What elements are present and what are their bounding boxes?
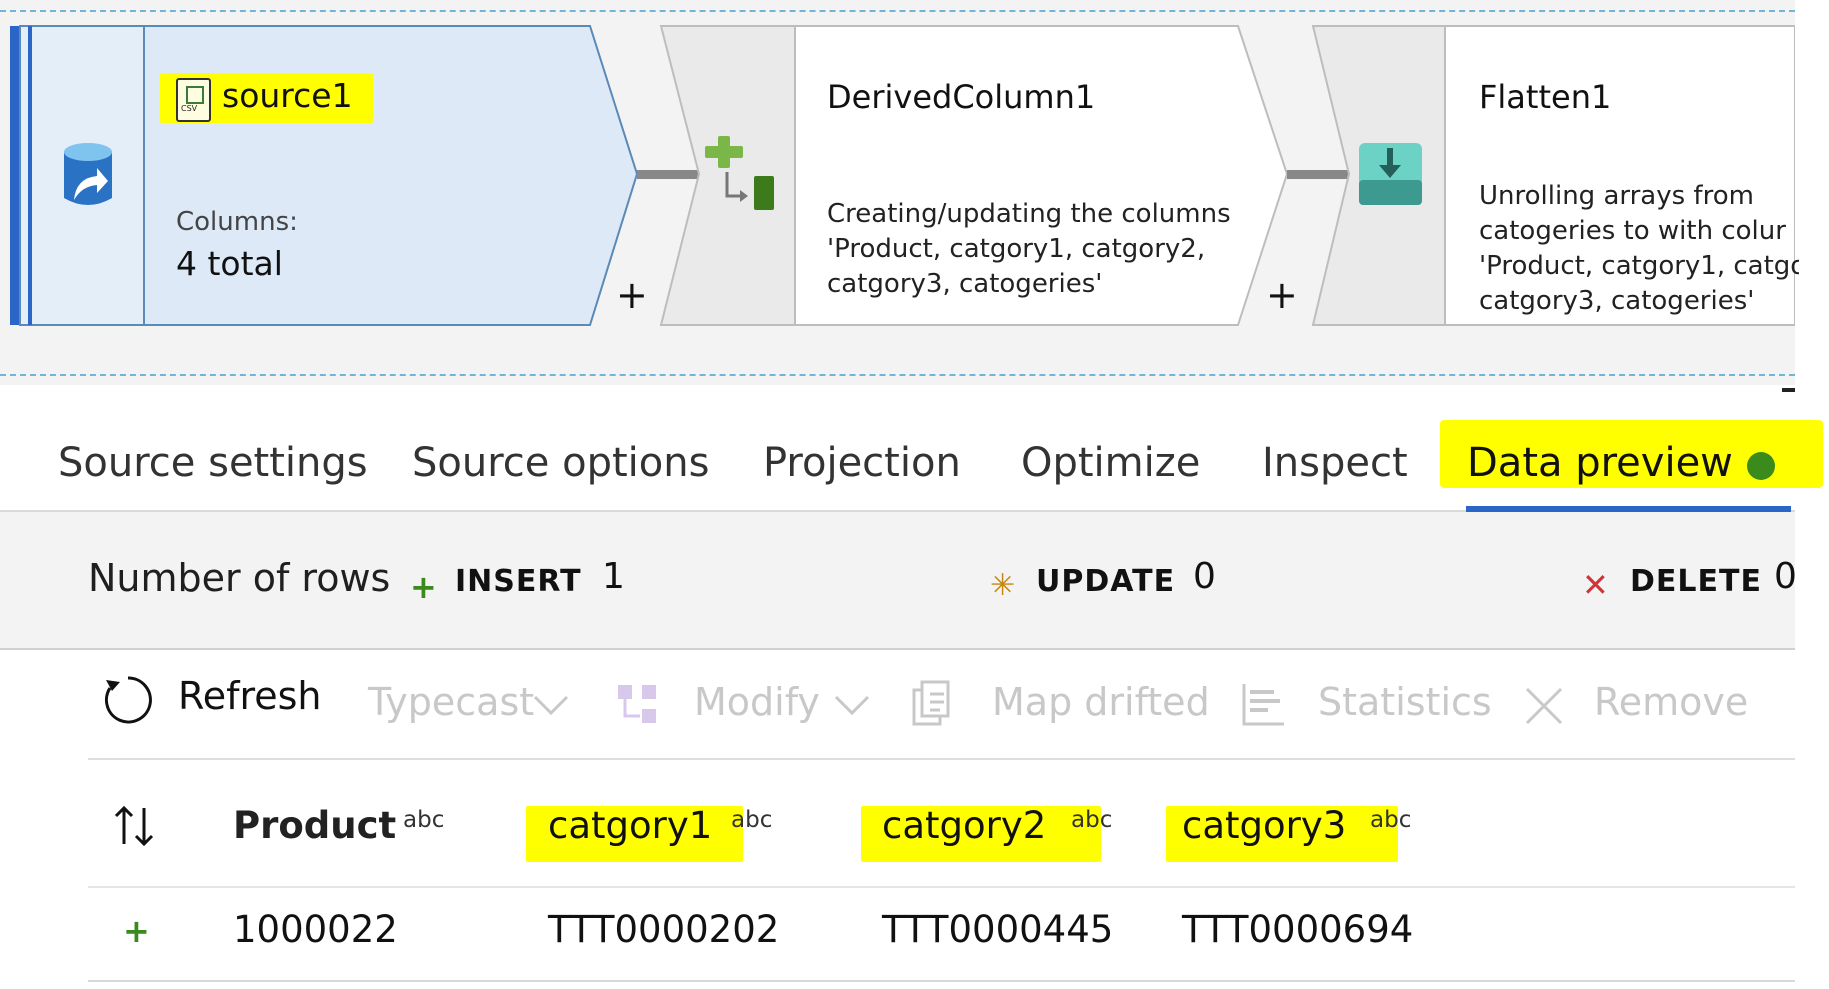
table-cell: 1000022: [233, 908, 398, 951]
columns-label: Columns:: [176, 207, 298, 237]
tab-projection[interactable]: Projection: [763, 440, 961, 486]
chevron-down-icon: [533, 695, 569, 716]
column-header-catgory1[interactable]: catgory1: [548, 804, 712, 847]
derived-column-title: DerivedColumn1: [827, 78, 1096, 116]
remove-button[interactable]: Remove: [1594, 680, 1748, 724]
column-header-catgory3[interactable]: catgory3: [1182, 804, 1346, 847]
row-count-title: Number of rows: [88, 556, 391, 600]
column-type-label: abc: [731, 807, 773, 833]
data-flow-canvas[interactable]: CSV source1 Columns: 4 total DerivedColu…: [0, 0, 1799, 385]
description-line: 'Product, catgory1, catgo: [1479, 251, 1799, 281]
typecast-dropdown[interactable]: Typecast: [368, 680, 534, 724]
modify-dropdown[interactable]: Modify: [694, 680, 820, 724]
grid-bottom-border: [88, 980, 1795, 982]
refresh-button[interactable]: Refresh: [100, 672, 400, 728]
description-line: catgory3, catogeries': [1479, 286, 1755, 316]
delete-count: 0: [1774, 556, 1797, 597]
insert-count: 1: [602, 556, 625, 597]
description-line: catgory3, catogeries': [827, 269, 1103, 299]
statistics-button[interactable]: Statistics: [1318, 680, 1492, 724]
table-cell: TTT0000202: [548, 908, 780, 951]
update-label: UPDATE: [1036, 564, 1176, 599]
insert-label: INSERT: [455, 564, 582, 599]
toolbar-divider: [88, 758, 1795, 760]
plus-icon: +: [410, 568, 437, 606]
asterisk-icon: ✳: [990, 568, 1016, 603]
refresh-label: Refresh: [178, 674, 322, 718]
description-line: 'Product, catgory1, catgory2,: [827, 234, 1206, 264]
row-insert-marker: +: [123, 912, 150, 950]
grid-header-divider: [88, 886, 1795, 888]
tab-optimize[interactable]: Optimize: [1021, 440, 1200, 486]
column-type-label: abc: [403, 807, 445, 833]
csv-file-icon: CSV: [176, 78, 211, 122]
tab-source-options[interactable]: Source options: [412, 440, 709, 486]
tab-data-preview[interactable]: Data preview: [1467, 440, 1733, 486]
column-header-product[interactable]: Product: [233, 804, 396, 847]
description-line: Unrolling arrays from: [1479, 181, 1754, 211]
statistics-icon: [1242, 684, 1284, 726]
add-transformation-button[interactable]: +: [616, 276, 648, 314]
source-title: source1: [222, 76, 353, 115]
delete-label: DELETE: [1630, 564, 1762, 599]
connector-line: [1287, 170, 1349, 179]
refresh-icon: [104, 676, 152, 724]
modify-icon: [618, 685, 656, 723]
canvas-resize-handle[interactable]: [1782, 388, 1795, 392]
status-dot: [1747, 452, 1775, 480]
update-count: 0: [1193, 556, 1216, 597]
dataset-source-icon: [64, 143, 112, 205]
row-count-bar: Number of rows + INSERT 1 ✳ UPDATE 0 ✕ D…: [0, 512, 1797, 650]
derived-column-description: Creating/updating the columns 'Product, …: [827, 197, 1267, 302]
flatten-description: Unrolling arrays from catogeries to with…: [1479, 179, 1799, 319]
column-type-label: abc: [1071, 807, 1113, 833]
x-icon: ✕: [1582, 566, 1609, 604]
column-header-catgory2[interactable]: catgory2: [882, 804, 1046, 847]
flatten-icon: [1359, 143, 1422, 205]
table-cell: TTT0000694: [1182, 908, 1414, 951]
table-cell: TTT0000445: [882, 908, 1114, 951]
add-transformation-button[interactable]: +: [1266, 276, 1298, 314]
flatten-title: Flatten1: [1479, 78, 1612, 116]
remove-icon: [1525, 687, 1563, 725]
settings-tabs: Source settings Source options Projectio…: [0, 420, 1829, 512]
tab-inspect[interactable]: Inspect: [1262, 440, 1408, 486]
map-drifted-icon: [912, 680, 950, 726]
description-line: catogeries to with colur: [1479, 216, 1786, 246]
tab-source-settings[interactable]: Source settings: [58, 440, 368, 486]
sort-icon[interactable]: [112, 804, 162, 848]
column-type-label: abc: [1370, 807, 1412, 833]
columns-value: 4 total: [176, 244, 283, 283]
connector-line: [637, 170, 699, 179]
chevron-down-icon: [834, 695, 870, 716]
description-line: Creating/updating the columns: [827, 199, 1231, 229]
map-drifted-button[interactable]: Map drifted: [992, 680, 1210, 724]
